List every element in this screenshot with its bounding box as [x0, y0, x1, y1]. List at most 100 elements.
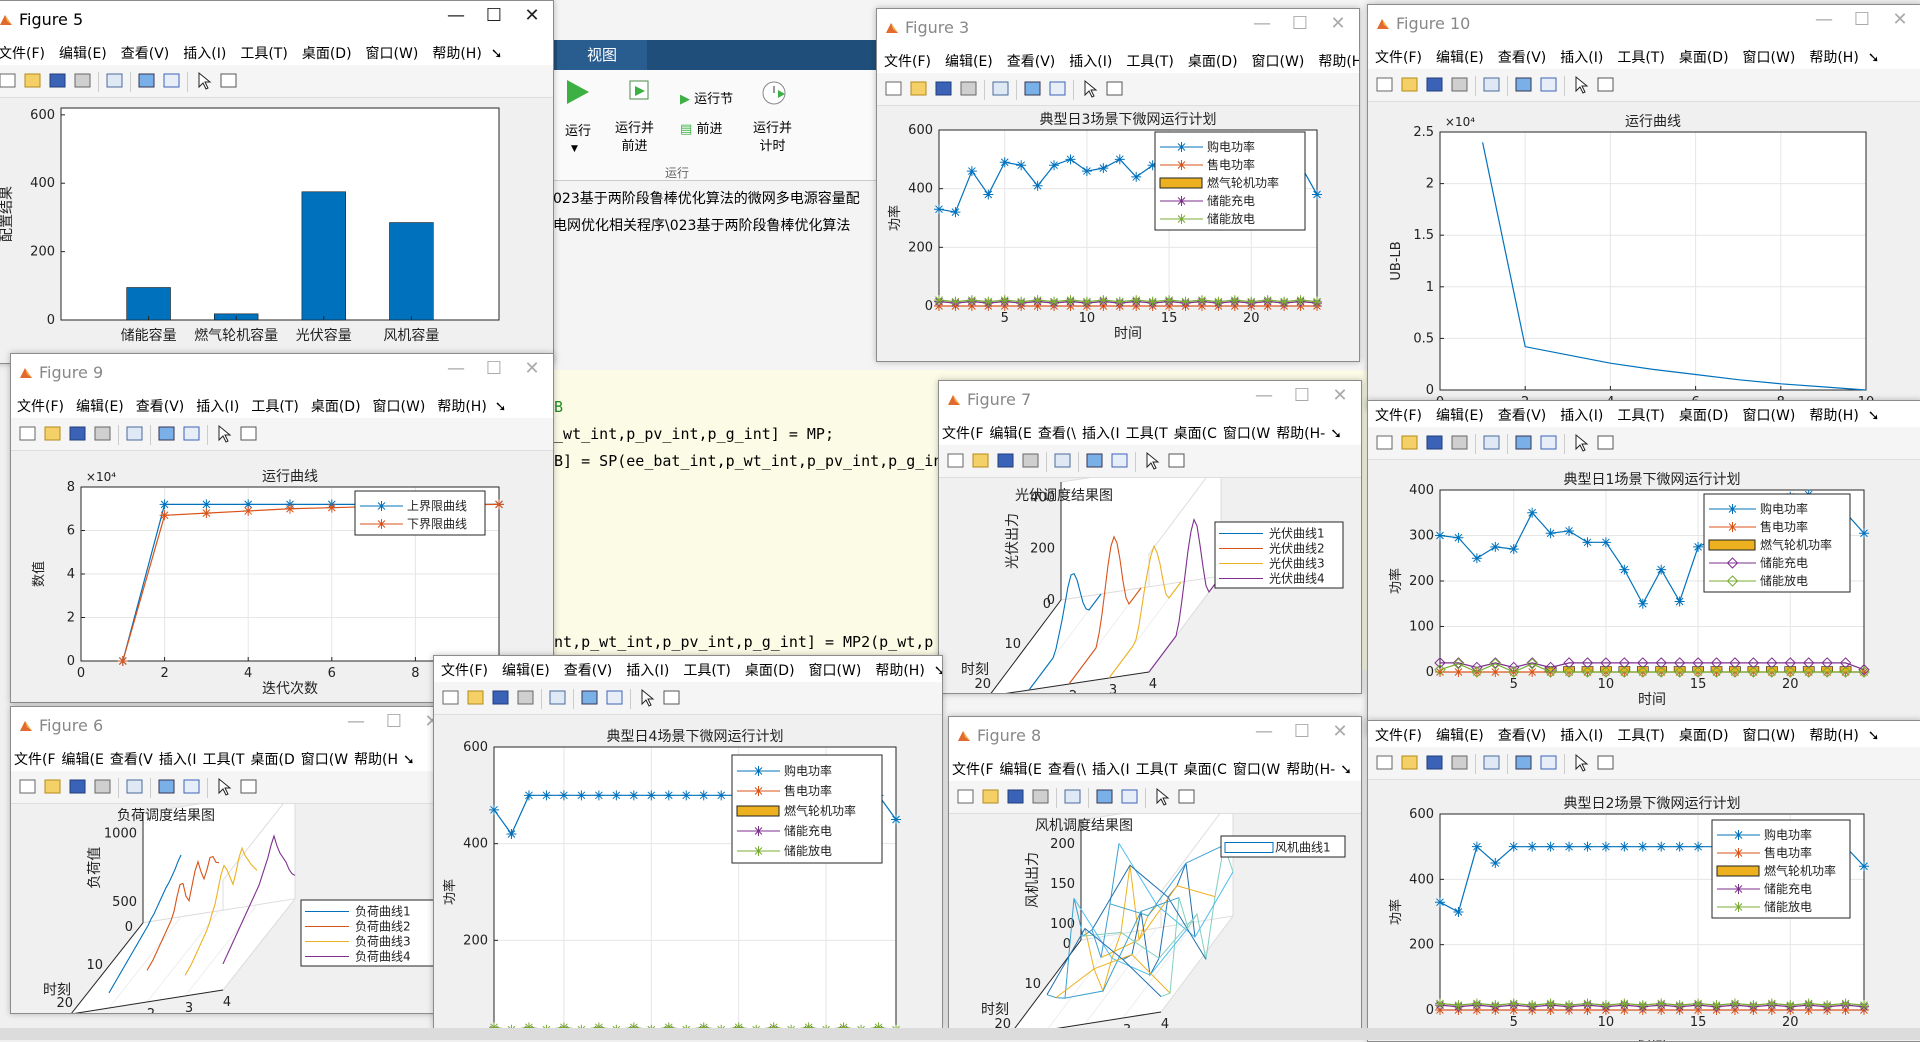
title-bar[interactable]: Figure 10 — ☐ ✕	[1368, 5, 1920, 43]
save-icon[interactable]	[68, 424, 87, 443]
link-plot-icon[interactable]	[1482, 75, 1501, 94]
open-folder-icon[interactable]	[466, 688, 485, 707]
menu-overflow-icon[interactable]: ➘	[493, 395, 514, 415]
property-editor-icon[interactable]	[662, 688, 681, 707]
menu-item[interactable]: 编辑(E	[997, 755, 1045, 779]
property-editor-icon[interactable]	[239, 424, 258, 443]
menu-item[interactable]: 窗口(W)	[802, 656, 869, 680]
link-plot-icon[interactable]	[105, 71, 124, 90]
menu-item[interactable]: 文件(F	[949, 755, 997, 779]
legend[interactable]: 购电功率售电功率燃气轮机功率储能充电储能放电	[1154, 131, 1306, 231]
title-bar[interactable]: Figure 5 — ☐ ✕	[0, 1, 553, 39]
menu-item[interactable]: 插入(I)	[1553, 721, 1610, 745]
colorbar-icon[interactable]	[1514, 75, 1533, 94]
menu-item[interactable]: 工具(T)	[245, 392, 304, 416]
minimize-button[interactable]: —	[1809, 9, 1839, 30]
menu-item[interactable]: 帮助(H)	[1802, 43, 1865, 67]
open-folder-icon[interactable]	[909, 79, 928, 98]
figure-canvas[interactable]: 0123420100100150200微网编号时刻风机出力风机调度结果图风机曲线…	[949, 794, 1361, 1031]
property-editor-icon[interactable]	[219, 71, 238, 90]
title-bar[interactable]: Figure 3 — ☐ ✕	[877, 9, 1359, 47]
link-plot-icon[interactable]	[125, 777, 144, 796]
menu-item[interactable]: 编辑(E)	[938, 47, 1000, 71]
advance-button[interactable]: ▤ 前进	[680, 118, 722, 137]
link-plot-icon[interactable]	[1063, 787, 1082, 806]
figure-canvas[interactable]: 01234201005001000微网编号时刻负荷值负荷调度结果图负荷曲线1负荷…	[11, 787, 453, 1013]
menu-item[interactable]: 查看(V)	[130, 392, 191, 416]
title-bar[interactable]: Figure 6 — ☐ ✕	[11, 707, 453, 745]
property-editor-icon[interactable]	[1105, 79, 1124, 98]
new-file-icon[interactable]	[441, 688, 460, 707]
new-file-icon[interactable]	[1375, 75, 1394, 94]
menu-item[interactable]: 插入(I	[1089, 755, 1133, 779]
close-button[interactable]: ✕	[517, 358, 547, 379]
figure-canvas[interactable]: 51015200200400600典型日4场景下微网运行计划时间功率购电功率售电…	[434, 715, 942, 1028]
print-icon[interactable]	[1450, 75, 1469, 94]
run-advance-icon[interactable]	[627, 78, 653, 106]
new-file-icon[interactable]	[18, 424, 37, 443]
close-button[interactable]: ✕	[1885, 9, 1915, 30]
chevron-down-icon[interactable]: ▼	[571, 144, 578, 154]
legend-icon[interactable]	[1539, 753, 1558, 772]
menu-item[interactable]: 帮助(H)	[868, 656, 931, 680]
menu-item[interactable]: 工具(T	[1133, 755, 1181, 779]
menu-item[interactable]: 查看(V)	[1491, 43, 1554, 67]
legend[interactable]: 负荷曲线1负荷曲线2负荷曲线3负荷曲线4	[300, 899, 440, 967]
menu-overflow-icon[interactable]: ➘	[1866, 404, 1887, 424]
menu-item[interactable]: 窗口(W	[1230, 755, 1283, 779]
link-plot-icon[interactable]	[125, 424, 144, 443]
close-button[interactable]: ✕	[517, 5, 547, 26]
figure-canvas[interactable]: 5 10 15 20 0 100 200 300 400 典型日1场景下微网运行计划 时间 功率 购电功…	[1368, 460, 1920, 735]
new-file-icon[interactable]	[0, 71, 17, 90]
menu-item[interactable]: 查看(V	[107, 745, 156, 769]
legend-icon[interactable]	[1120, 787, 1139, 806]
menu-item[interactable]: 窗口(W	[298, 745, 351, 769]
menu-item[interactable]: 文件(F)	[434, 656, 495, 680]
figure-window-10[interactable]: Figure 10 — ☐ ✕ 文件(F) 编辑(E) 查看(V) 插入(I) 工具(T)…	[1367, 4, 1920, 410]
menu-overflow-icon[interactable]: ➘	[489, 42, 510, 62]
menu-overflow-icon[interactable]: ➘	[1328, 422, 1349, 442]
legend-icon[interactable]	[162, 71, 181, 90]
menu-item[interactable]: 桌面(C	[1181, 755, 1230, 779]
menu-item[interactable]: 桌面(D)	[1672, 43, 1736, 67]
stopwatch-icon[interactable]	[760, 78, 788, 106]
menu-item[interactable]: 查看(V)	[114, 39, 177, 63]
menu-item[interactable]: 插入(I)	[1553, 401, 1610, 425]
save-icon[interactable]	[491, 688, 510, 707]
menu-item[interactable]: 查看(V)	[1491, 401, 1554, 425]
print-icon[interactable]	[1450, 753, 1469, 772]
figure-window-1[interactable]: — ☐ ✕文件(F)编辑(E)查看(V)插入(I)工具(T)桌面(D)窗口(W)…	[1367, 400, 1920, 736]
figure-canvas[interactable]: 024681000.511.522.5运行曲线迭代次数UB-LB×10⁴	[1368, 102, 1920, 409]
property-editor-icon[interactable]	[1596, 433, 1615, 452]
maximize-button[interactable]: ☐	[479, 358, 509, 379]
menu-item[interactable]: 窗口(W)	[1736, 401, 1803, 425]
menu-item[interactable]: 工具(T)	[1119, 47, 1180, 71]
title-bar[interactable]: Figure 7 — ☐ ✕	[939, 381, 1361, 419]
new-file-icon[interactable]	[1375, 753, 1394, 772]
menu-item[interactable]: 文件(F)	[11, 392, 70, 416]
link-plot-icon[interactable]	[991, 79, 1010, 98]
open-folder-icon[interactable]	[981, 787, 1000, 806]
legend-icon[interactable]	[182, 777, 201, 796]
pointer-icon[interactable]	[214, 777, 233, 796]
menu-item[interactable]: 插入(I)	[176, 39, 233, 63]
menu-item[interactable]: 编辑(E)	[70, 392, 130, 416]
menu-item[interactable]: 帮助(H)	[1802, 721, 1865, 745]
pointer-icon[interactable]	[194, 71, 213, 90]
menu-item[interactable]: 工具(T)	[1610, 43, 1671, 67]
legend-icon[interactable]	[182, 424, 201, 443]
figure-window-9[interactable]: Figure 9 — ☐ ✕ 文件(F) 编辑(E) 查看(V) 插入(I) 工具(T) 桌…	[10, 353, 554, 703]
menu-item[interactable]: 文件(F)	[1368, 721, 1429, 745]
title-bar[interactable]: Figure 8 — ☐ ✕	[949, 717, 1361, 755]
print-icon[interactable]	[1021, 451, 1040, 470]
save-icon[interactable]	[1006, 787, 1025, 806]
menu-item[interactable]: 文件(F	[939, 419, 987, 443]
property-editor-icon[interactable]	[1596, 753, 1615, 772]
print-icon[interactable]	[1031, 787, 1050, 806]
legend-icon[interactable]	[1048, 79, 1067, 98]
open-folder-icon[interactable]	[1400, 753, 1419, 772]
figure-window-5[interactable]: Figure 5 — ☐ ✕ 文件(F) 编辑(E) 查看(V) 插入(I) 工具(T) 桌…	[0, 0, 554, 364]
link-plot-icon[interactable]	[1053, 451, 1072, 470]
print-icon[interactable]	[516, 688, 535, 707]
menu-item[interactable]: 窗口(W	[1220, 419, 1273, 443]
